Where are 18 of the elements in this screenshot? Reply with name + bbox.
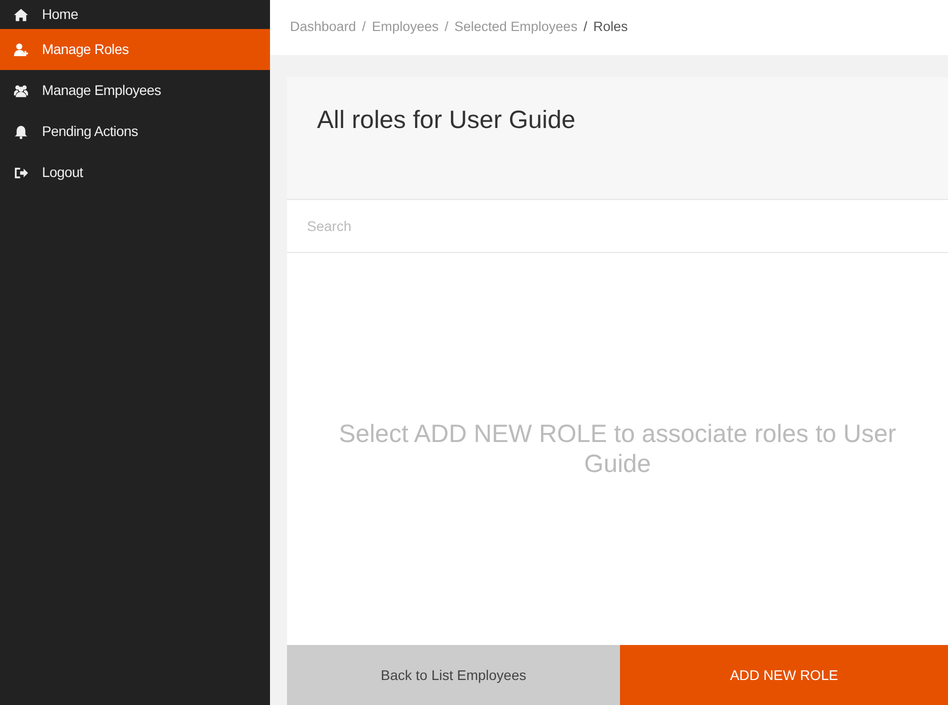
- user-add-icon: [14, 42, 28, 56]
- users-icon: [14, 84, 28, 98]
- sidebar-item[interactable]: Manage Roles: [0, 29, 270, 70]
- breadcrumb-separator: /: [444, 18, 448, 36]
- empty-message: Select ADD NEW ROLE to associate roles to User Guide: [338, 419, 898, 479]
- logout-icon: [14, 166, 28, 180]
- bell-icon: [14, 124, 28, 138]
- home-icon: [14, 8, 28, 22]
- sidebar-item[interactable]: Home: [0, 0, 270, 29]
- back-button[interactable]: Back to List Employees: [287, 645, 620, 705]
- breadcrumb-separator: /: [583, 18, 588, 36]
- sidebar-item[interactable]: Manage Employees: [0, 70, 270, 111]
- add-role-button[interactable]: ADD NEW ROLE: [620, 645, 948, 705]
- sidebar-item[interactable]: Logout: [0, 152, 270, 193]
- breadcrumb-separator: /: [362, 18, 366, 36]
- sidebar-item[interactable]: Pending Actions: [0, 111, 270, 152]
- breadcrumb-current: Roles: [593, 18, 628, 36]
- card-title: All roles for User Guide: [317, 105, 576, 135]
